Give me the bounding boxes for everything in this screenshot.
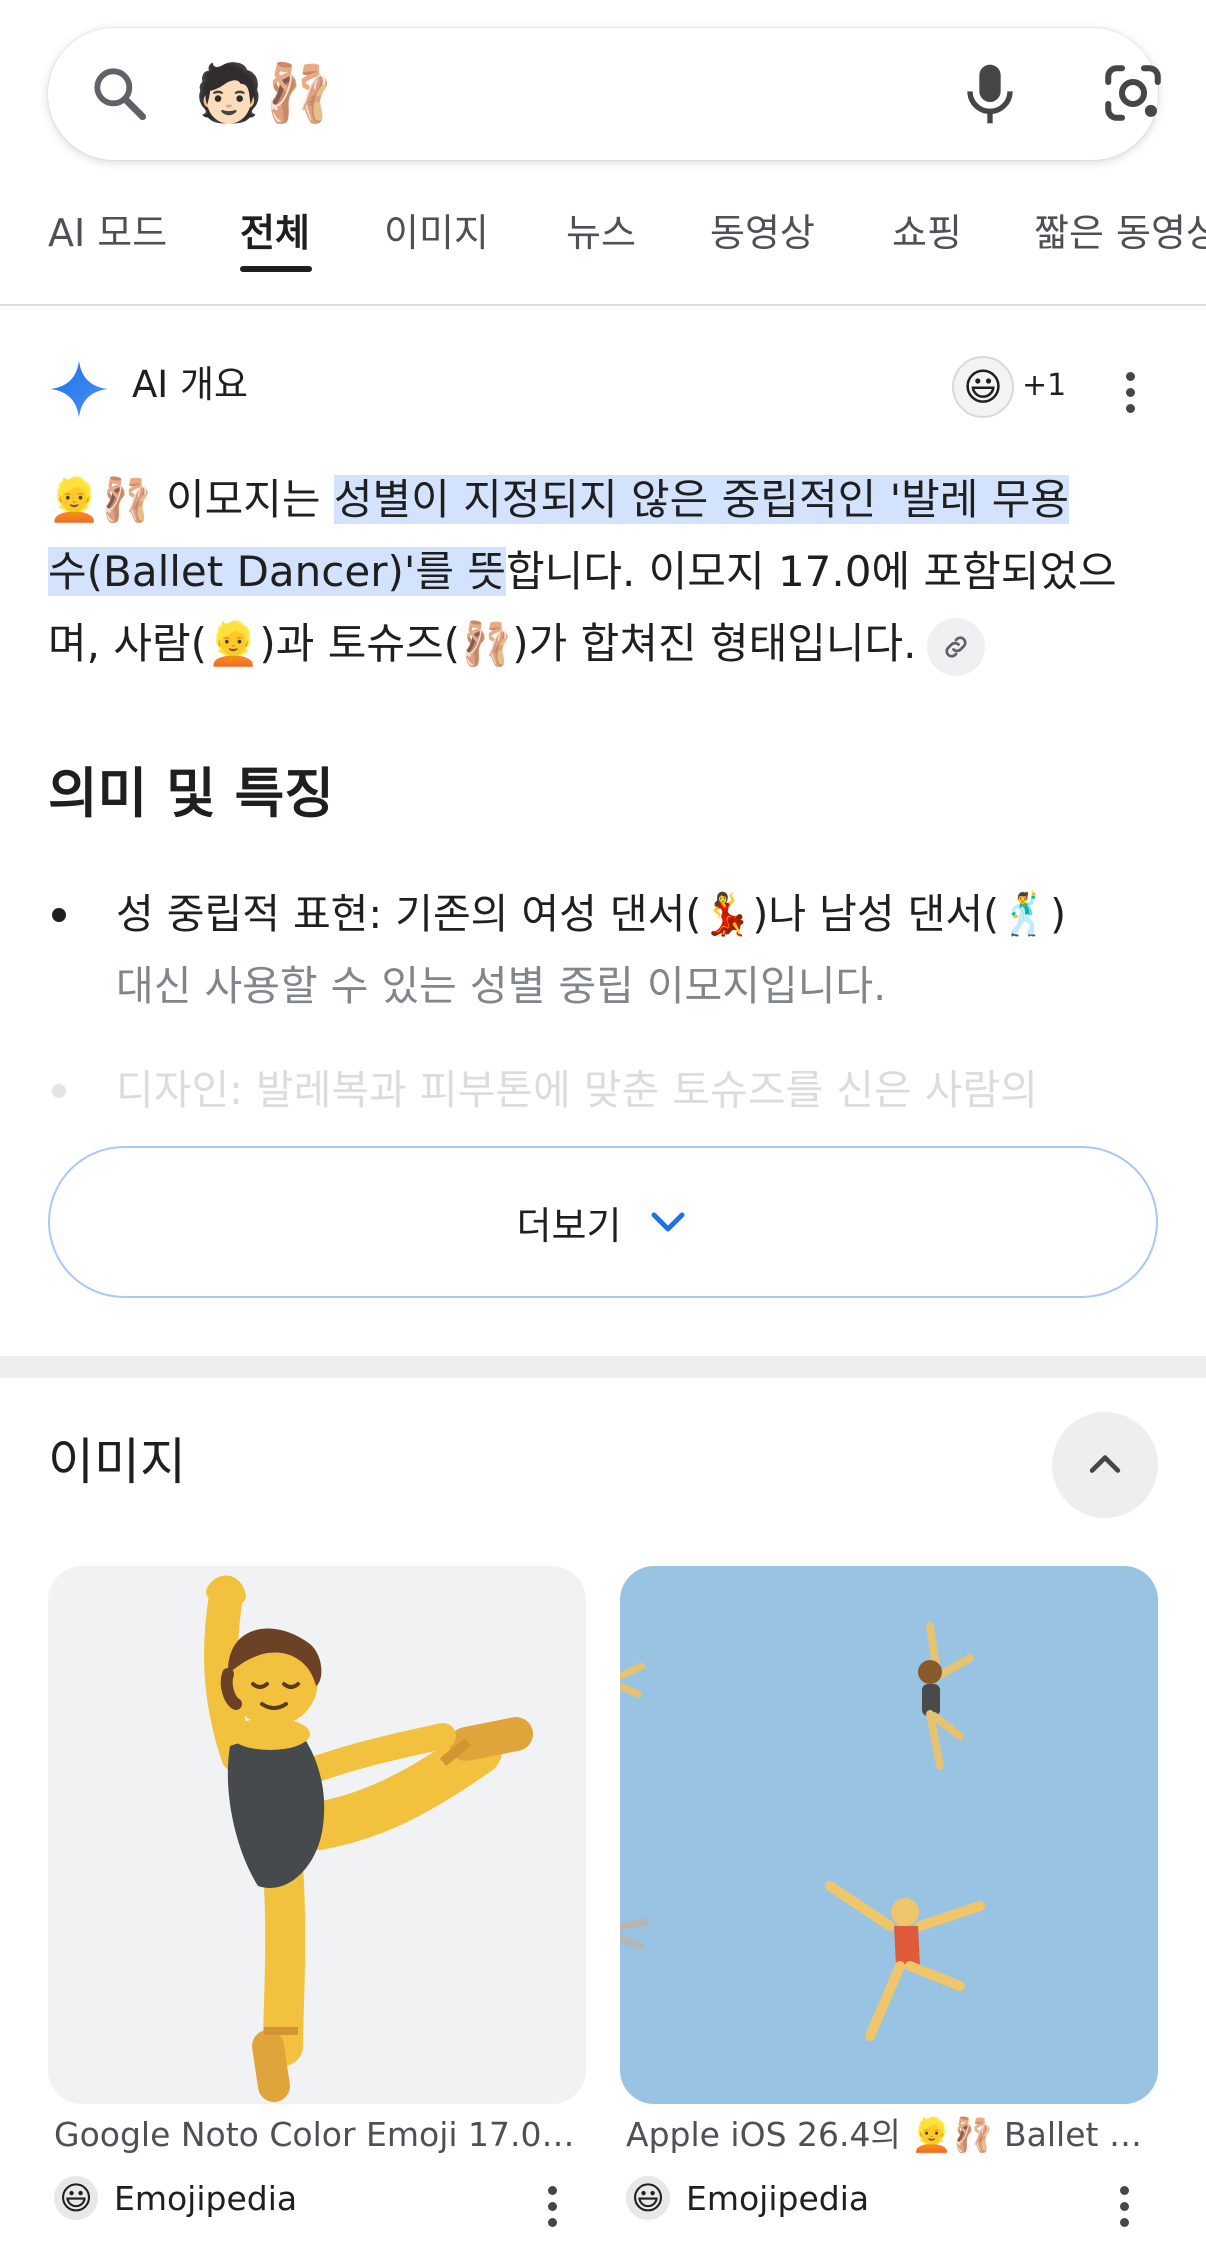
search-query[interactable]: 🧑🏻🩰 [194, 60, 333, 128]
ballet-dancer-illustration [204, 1575, 533, 2102]
ballet-dancers-illustration [620, 1622, 985, 2041]
link-icon[interactable] [926, 617, 985, 676]
text-part: 합니다. 이모지 17.0에 포함되었으 [506, 547, 1117, 596]
emojipedia-favicon: 😃 [626, 2176, 670, 2220]
image-result-apple-ballet-dancer[interactable] [620, 1566, 1158, 2104]
camera-lens-icon[interactable] [1100, 60, 1166, 126]
section-divider [0, 1356, 1206, 1378]
text-part: 이모지는 [152, 475, 334, 524]
tab-short-videos[interactable]: 짧은 동영상 [1034, 198, 1206, 306]
bullet-dot [52, 1084, 66, 1098]
ai-overview-title: AI 개요 [132, 363, 249, 406]
source-count[interactable]: +1 [1022, 366, 1066, 406]
bullet-text: 디자인: 발레복과 피부톤에 맞춘 토슈즈를 신은 사람의 [116, 1066, 1038, 1114]
tab-ai-mode[interactable]: AI 모드 [48, 198, 167, 306]
image-menu-icon[interactable] [546, 2186, 558, 2230]
image-caption[interactable]: Apple iOS 26.4의 👱🩰 Ballet D… [626, 2110, 1166, 2160]
tab-videos[interactable]: 동영상 [710, 198, 815, 306]
tabs-divider [0, 304, 1206, 306]
text-part: )가 합쳐진 형태입니다. [512, 619, 917, 668]
active-tab-indicator [240, 266, 312, 272]
section-heading: 의미 및 특징 [48, 762, 334, 825]
bullet-dot [52, 908, 66, 922]
source-name: Emojipedia [114, 2178, 298, 2218]
tab-images[interactable]: 이미지 [384, 198, 489, 306]
image-menu-icon[interactable] [1118, 2186, 1130, 2230]
man-dancer-emoji: 🕺 [999, 890, 1051, 938]
tab-news[interactable]: 뉴스 [566, 198, 636, 306]
lead-emoji: 👱🩰 [48, 475, 153, 524]
chevron-down-icon [651, 1212, 685, 1232]
microphone-icon[interactable] [958, 58, 1022, 130]
ai-overview-text: 👱🩰 이모지는 성별이 지정되지 않은 중립적인 '발레 무용 수(Ballet … [48, 464, 1168, 680]
search-icon[interactable] [88, 62, 152, 126]
bullet-text: 성 중립적 표현: 기존의 여성 댄서(💃)나 남성 댄서(🕺) [116, 878, 1206, 950]
image-source[interactable]: 😃 Emojipedia [626, 2172, 869, 2224]
source-name: Emojipedia [686, 2178, 870, 2218]
image-result-noto-ballet-dancer[interactable] [48, 1566, 586, 2104]
list-item: 디자인: 발레복과 피부톤에 맞춘 토슈즈를 신은 사람의 [48, 1054, 1168, 1126]
show-more-button[interactable]: 더보기 [48, 1146, 1158, 1298]
chevron-up-icon [1089, 1455, 1121, 1473]
show-more-label: 더보기 [516, 1203, 622, 1248]
ai-overview-menu-icon[interactable] [1124, 372, 1136, 416]
text-part: ) [1050, 890, 1067, 938]
tab-all[interactable]: 전체 [240, 198, 310, 306]
woman-dancer-emoji: 💃 [701, 890, 753, 938]
text-part: )과 토슈즈( [259, 619, 460, 668]
collapse-button[interactable] [1052, 1412, 1158, 1518]
image-source[interactable]: 😃 Emojipedia [54, 2172, 297, 2224]
source-avatar[interactable]: 😃 [952, 356, 1014, 418]
highlighted-text: 수(Ballet Dancer)'를 뜻 [48, 547, 507, 596]
person-emoji: 👱 [207, 619, 260, 668]
search-tabs: AI 모드 전체 이미지 뉴스 동영상 쇼핑 짧은 동영상 [0, 198, 1206, 306]
highlighted-text: 성별이 지정되지 않은 중립적인 '발레 무용 [333, 475, 1070, 524]
text-part: )나 남성 댄서( [752, 890, 1000, 938]
text-part: 성 중립적 표현: 기존의 여성 댄서( [116, 890, 702, 938]
bullet-text-continued: 대신 사용할 수 있는 성별 중립 이모지입니다. [116, 962, 887, 1010]
tab-shopping[interactable]: 쇼핑 [892, 198, 962, 306]
ai-sparkle-icon [50, 360, 108, 418]
list-item: 성 중립적 표현: 기존의 여성 댄서(💃)나 남성 댄서(🕺) 대신 사용할 … [48, 878, 1168, 1028]
image-caption[interactable]: Google Noto Color Emoji 17.0의… [54, 2110, 594, 2160]
text-part: 며, 사람( [48, 619, 208, 668]
search-bar[interactable]: 🧑🏻🩰 [48, 28, 1161, 160]
ballet-shoes-emoji: 🩰 [460, 619, 513, 668]
images-heading: 이미지 [48, 1433, 186, 1491]
emojipedia-favicon: 😃 [54, 2176, 98, 2220]
